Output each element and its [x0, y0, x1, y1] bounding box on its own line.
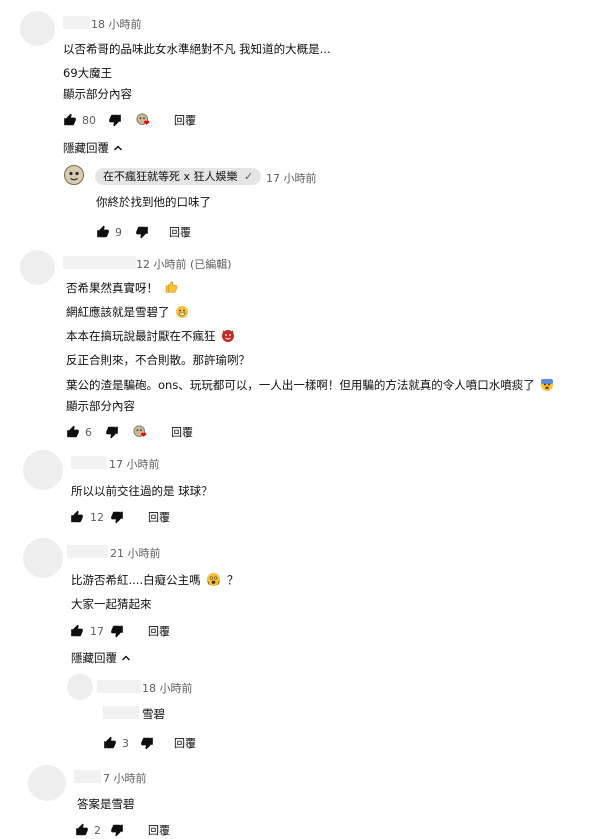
- like-count: 12: [90, 510, 104, 524]
- reply-button[interactable]: 回覆: [148, 509, 170, 525]
- comment-text-line: 69大魔王: [63, 66, 113, 80]
- hide-replies-label: 隱藏回覆: [63, 141, 109, 155]
- like-count: 80: [82, 113, 96, 127]
- comment-text: 你終於找到他的口味了: [96, 195, 211, 209]
- comment-actions: 6 回覆: [66, 423, 193, 441]
- mention-redacted[interactable]: [103, 706, 139, 719]
- thumbs-up-icon[interactable]: [70, 510, 84, 524]
- comment-text-line: 網紅應該就是雪碧了: [66, 304, 189, 320]
- thumbs-up-icon[interactable]: [66, 425, 80, 439]
- thumbs-up-emoji-icon: [165, 281, 177, 293]
- thumbs-down-icon[interactable]: [135, 225, 149, 239]
- reply-button[interactable]: 回覆: [148, 822, 170, 838]
- avatar[interactable]: [20, 250, 55, 285]
- reply-button[interactable]: 回覆: [174, 112, 196, 128]
- thumbs-up-icon[interactable]: [96, 225, 110, 239]
- comment-text-line: 本本在搞玩說最討厭在不瘋狂: [66, 328, 235, 344]
- thumbs-up-icon[interactable]: [75, 823, 89, 837]
- comment-text: 所以以前交往過的是 球球？: [71, 484, 213, 498]
- scared-emoji-icon: [541, 379, 554, 391]
- thumbs-down-icon[interactable]: [110, 624, 124, 638]
- reply-button[interactable]: 回覆: [169, 224, 191, 240]
- author-name-redacted[interactable]: [71, 456, 106, 469]
- show-more-link[interactable]: 顯示部分內容: [63, 86, 132, 102]
- comment-time: 12 小時前 (已編輯): [136, 258, 232, 271]
- comment-time: 7 小時前: [103, 772, 147, 785]
- author-name-redacted[interactable]: [63, 256, 136, 269]
- thumbs-down-icon[interactable]: [140, 736, 154, 750]
- avatar[interactable]: [20, 11, 55, 46]
- creator-author-chip[interactable]: 在不瘋狂就等死 x 狂人娛樂 ✓: [95, 168, 262, 185]
- author-name-redacted[interactable]: [67, 545, 108, 558]
- thumbs-down-icon[interactable]: [110, 823, 124, 837]
- reply-button[interactable]: 回覆: [174, 735, 196, 751]
- grinning-emoji-icon: [176, 306, 189, 318]
- avatar[interactable]: [23, 450, 63, 490]
- chevron-up-icon: [121, 653, 131, 663]
- comment-time: 18 小時前: [142, 682, 193, 695]
- hide-replies-button[interactable]: 隱藏回覆: [71, 650, 131, 666]
- comment-actions: 17 回覆: [70, 622, 170, 640]
- thumbs-down-icon[interactable]: [108, 113, 122, 127]
- comment-actions: 12 回覆: [70, 508, 170, 526]
- comment-text: 雪碧: [142, 707, 165, 721]
- like-count: 9: [115, 225, 122, 239]
- comment-time: 17 小時前: [109, 458, 160, 471]
- thumbs-up-icon[interactable]: [103, 736, 117, 750]
- avatar[interactable]: [28, 765, 66, 801]
- comment-actions: 9 回覆: [96, 223, 191, 241]
- comment-text: 否希果然真實呀！: [66, 281, 158, 295]
- comment-text: 網紅應該就是雪碧了: [66, 305, 170, 319]
- creator-avatar[interactable]: [64, 165, 84, 185]
- comment-text: 比游否希紅....白癡公主嗎: [71, 573, 201, 587]
- comment-time: 18 小時前: [91, 18, 142, 31]
- like-count: 17: [90, 624, 104, 638]
- comment-time: 17 小時前: [266, 172, 317, 185]
- comment-text-line: 大家一起猜起來: [71, 597, 152, 611]
- like-count: 2: [94, 823, 101, 837]
- chevron-up-icon: [113, 143, 123, 153]
- creator-heart-icon: [136, 112, 152, 128]
- shocked-emoji-icon: [207, 573, 221, 586]
- thumbs-down-icon[interactable]: [110, 510, 124, 524]
- reply-button[interactable]: 回覆: [148, 623, 170, 639]
- comment-text-line: 以否希哥的品味此女水準絕對不凡 我知道的大概是...: [63, 42, 331, 56]
- comment-actions: 80 回覆: [63, 111, 196, 129]
- thumbs-up-icon[interactable]: [63, 113, 77, 127]
- creator-author-name: 在不瘋狂就等死 x 狂人娛樂: [103, 170, 238, 183]
- comment-time: 21 小時前: [110, 547, 161, 560]
- thumbs-up-icon[interactable]: [70, 624, 84, 638]
- comment-text-line: 葉公的渣是騙砲。ons、玩玩都可以，一人出一樣啊！但用騙的方法就真的令人噴口水噴…: [66, 377, 554, 393]
- author-name-redacted[interactable]: [97, 680, 141, 693]
- thumbs-down-icon[interactable]: [105, 425, 119, 439]
- avatar[interactable]: [23, 538, 63, 578]
- hide-replies-button[interactable]: 隱藏回覆: [63, 140, 123, 156]
- hide-replies-label: 隱藏回覆: [71, 651, 117, 665]
- comment-text-line: 否希果然真實呀！: [66, 280, 177, 296]
- verified-check-icon: ✓: [244, 170, 254, 183]
- comment-text: 答案是雪碧: [77, 797, 135, 811]
- creator-heart-icon: [133, 424, 149, 440]
- comment-actions: 2 回覆: [75, 821, 170, 839]
- comment-text: 本本在搞玩說最討厭在不瘋狂: [66, 329, 216, 343]
- author-name-redacted[interactable]: [74, 770, 101, 783]
- avatar[interactable]: [67, 674, 93, 700]
- devil-emoji-icon: [222, 330, 235, 342]
- show-more-link[interactable]: 顯示部分內容: [66, 398, 135, 414]
- like-count: 6: [85, 425, 92, 439]
- comment-text: 葉公的渣是騙砲。ons、玩玩都可以，一人出一樣啊！但用騙的方法就真的令人噴口水噴…: [66, 378, 535, 392]
- comment-text-line: 比游否希紅....白癡公主嗎 ？: [71, 572, 238, 588]
- reply-button[interactable]: 回覆: [171, 424, 193, 440]
- comment-text: ？: [226, 573, 239, 587]
- like-count: 3: [122, 736, 129, 750]
- comment-text-line: 反正合則來，不合則散。那許瑜咧？: [66, 353, 250, 367]
- author-name-redacted[interactable]: [63, 16, 90, 29]
- comment-actions: 3 回覆: [103, 734, 196, 752]
